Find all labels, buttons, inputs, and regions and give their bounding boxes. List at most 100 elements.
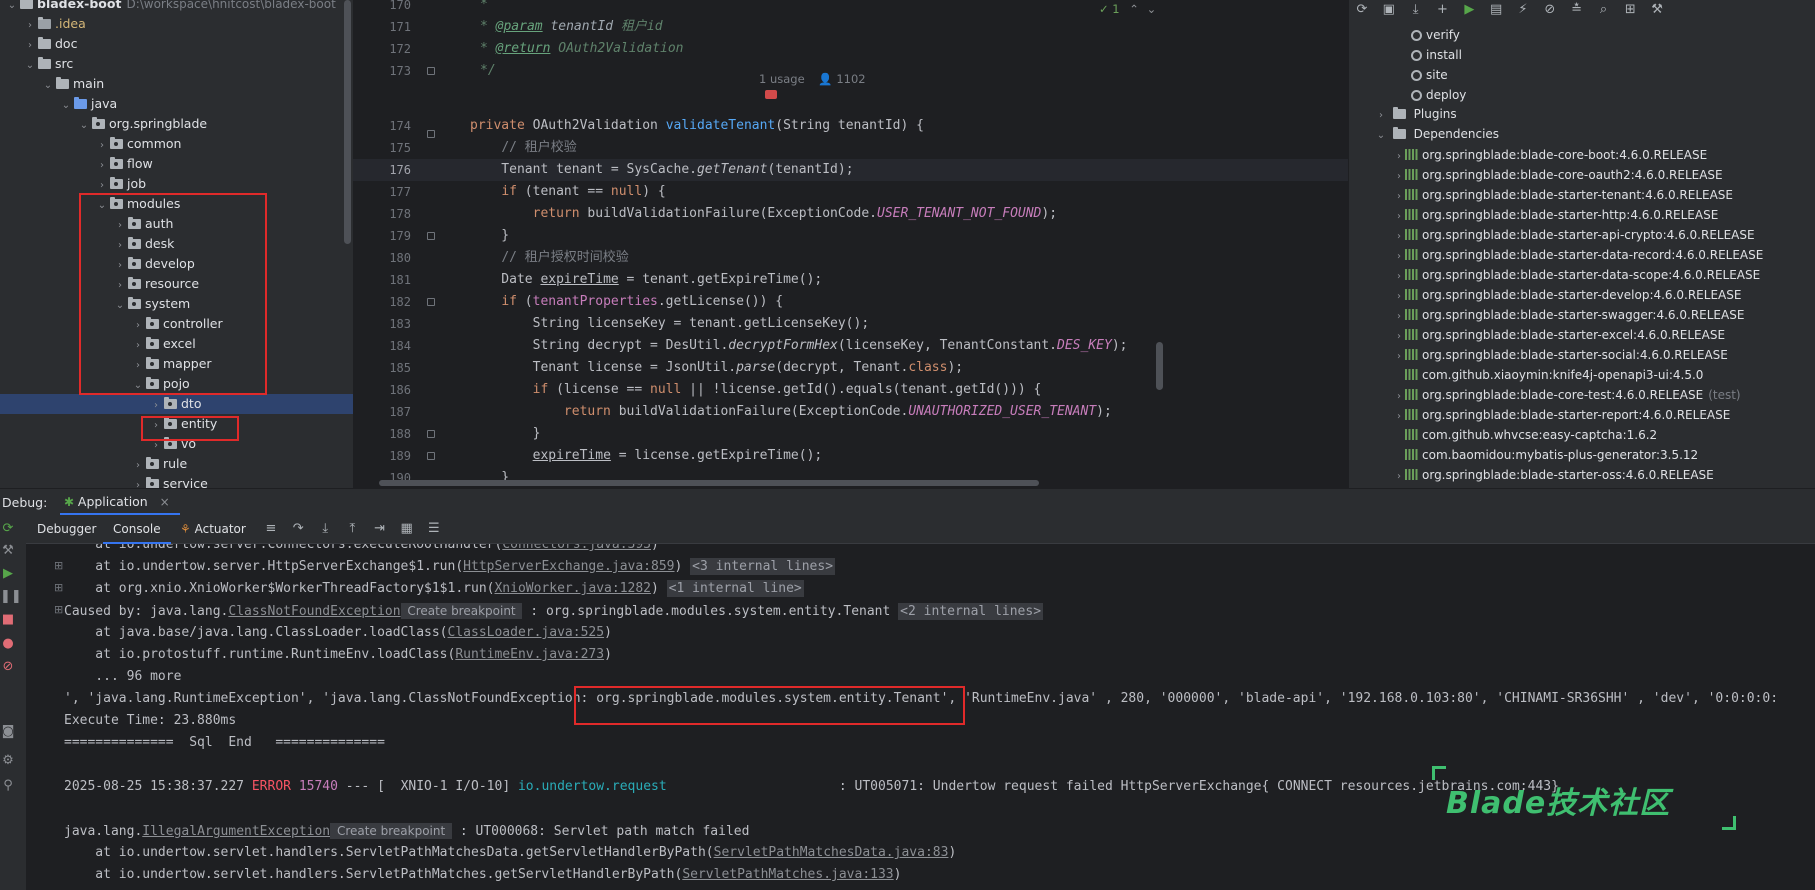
tree-item-doc[interactable]: › doc xyxy=(0,34,353,54)
stop-icon[interactable]: ■ xyxy=(0,612,16,628)
code-line-170[interactable]: * xyxy=(480,0,488,16)
lines-icon[interactable]: ☰ xyxy=(427,521,441,536)
tree-item-bladex-boot[interactable]: ⌄ bladex-boot D:\workspace\hnitcost\bladex… xyxy=(0,0,353,14)
console-line[interactable]: java.lang.IllegalArgumentException Creat… xyxy=(64,820,749,842)
chevron-right-icon[interactable]: › xyxy=(150,396,162,416)
skip-tests-icon[interactable]: ⊘ xyxy=(1543,2,1557,17)
resume-icon[interactable]: ▶ xyxy=(0,566,16,582)
expand-icon[interactable]: ⊞ xyxy=(54,581,63,594)
code-line-186[interactable]: if (license == null || !license.getId().… xyxy=(470,379,1042,401)
chevron-right-icon[interactable]: › xyxy=(1393,327,1405,347)
chevron-right-icon[interactable]: › xyxy=(1393,247,1405,267)
maven-dependency[interactable]: › org.springblade:blade-core-test:4.6.0.R… xyxy=(1393,385,1741,405)
chevron-right-icon[interactable]: › xyxy=(150,436,162,456)
toggle-icon[interactable]: ▤ xyxy=(1489,2,1503,17)
download-icon[interactable]: ⤓ xyxy=(1409,2,1423,17)
chevron-right-icon[interactable]: › xyxy=(114,256,126,276)
maven-dependency[interactable]: com.github.xiaoymin:knife4j-openapi3-ui:… xyxy=(1393,365,1703,385)
usage-hint[interactable]: 1 usage xyxy=(759,72,805,86)
expand-icon[interactable]: ⊞ xyxy=(54,559,63,572)
chevron-right-icon[interactable]: › xyxy=(132,456,144,476)
tab-debugger[interactable]: Debugger xyxy=(37,522,96,536)
tree-item-resource[interactable]: › resource xyxy=(0,274,353,294)
breakpoints-icon[interactable]: ● xyxy=(0,636,16,652)
console-line[interactable]: Caused by: java.lang.ClassNotFoundExcept… xyxy=(64,600,1044,622)
code-line-179[interactable]: } xyxy=(470,225,509,247)
code-editor[interactable]: 170 * 171 * @param tenantId 租户id 172 * @retur… xyxy=(353,0,1348,488)
chevron-down-icon[interactable]: ⌄ xyxy=(114,296,126,316)
console-line[interactable]: at java.base/java.lang.ClassLoader.loadC… xyxy=(64,622,612,644)
code-line-188[interactable]: } xyxy=(470,423,541,445)
maven-dependency[interactable]: › org.springblade:blade-starter-social:4.… xyxy=(1393,345,1728,365)
run-to-cursor-icon[interactable]: ⇥ xyxy=(373,521,387,536)
console-line[interactable]: at io.undertow.servlet.handlers.ServletP… xyxy=(64,864,901,886)
chevron-down-icon[interactable]: ⌄ xyxy=(96,196,108,216)
step-out-icon[interactable]: ⤒ xyxy=(345,521,359,536)
table-icon[interactable]: ▦ xyxy=(400,521,414,536)
tree-item-src[interactable]: ⌄ src xyxy=(0,54,353,74)
console-line[interactable]: ', 'java.lang.RuntimeException', 'java.l… xyxy=(64,688,1778,710)
fold-marker-icon[interactable] xyxy=(427,232,435,240)
camera-icon[interactable]: ◙ xyxy=(0,724,16,740)
code-line-184[interactable]: String decrypt = DesUtil.decryptFormHex(… xyxy=(470,335,1128,357)
maven-goal-deploy[interactable]: deploy xyxy=(1411,85,1466,105)
fold-marker-icon[interactable] xyxy=(427,452,435,460)
maven-dependency[interactable]: › org.springblade:blade-core-oauth2:4.6.0… xyxy=(1393,165,1723,185)
code-line-183[interactable]: String licenseKey = tenant.getLicenseKey… xyxy=(470,313,870,335)
code-line-177[interactable]: if (tenant == null) { xyxy=(470,181,665,203)
fold-marker-icon[interactable] xyxy=(427,298,435,306)
console-line[interactable]: at io.undertow.server.HttpServerExchange… xyxy=(64,556,836,578)
chevron-right-icon[interactable]: › xyxy=(132,476,144,488)
chevron-right-icon[interactable]: › xyxy=(96,136,108,156)
editor-scrollbar-h[interactable] xyxy=(379,480,1039,486)
chevron-right-icon[interactable]: › xyxy=(1393,227,1405,247)
chevron-right-icon[interactable]: › xyxy=(114,276,126,296)
collapse-icon[interactable]: ≛ xyxy=(1570,2,1584,17)
chevron-right-icon[interactable]: › xyxy=(24,16,36,36)
tab-actuator[interactable]: ⚘ Actuator xyxy=(180,522,246,536)
console-line[interactable]: Execute Time: 23.880ms xyxy=(64,710,236,732)
chevron-down-icon[interactable]: ⌄ xyxy=(42,76,54,96)
tree-item-mapper[interactable]: › mapper xyxy=(0,354,353,374)
mute-breakpoints-icon[interactable]: ⊘ xyxy=(0,659,16,675)
editor-scrollbar-v[interactable] xyxy=(1156,342,1163,390)
tree-scrollbar[interactable] xyxy=(344,0,351,244)
chevron-right-icon[interactable]: › xyxy=(96,156,108,176)
maven-dependency[interactable]: com.baomidou:mybatis-plus-generator:3.5.… xyxy=(1393,445,1698,465)
fold-marker-icon[interactable] xyxy=(427,130,435,138)
maven-goal-install[interactable]: install xyxy=(1411,45,1462,65)
chevron-down-icon[interactable]: ⌄ xyxy=(24,56,36,76)
rerun-icon[interactable]: ⟳ xyxy=(0,521,16,537)
annotation-icon[interactable] xyxy=(765,90,777,99)
maven-goal-verify[interactable]: verify xyxy=(1411,25,1460,45)
chevron-down-icon[interactable]: ⌄ xyxy=(1147,2,1157,16)
code-line-185[interactable]: Tenant license = JsonUtil.parse(decrypt,… xyxy=(470,357,964,379)
chevron-right-icon[interactable]: › xyxy=(1393,387,1405,407)
tree-item-common[interactable]: › common xyxy=(0,134,353,154)
debug-app-tab[interactable]: ✱ Application × xyxy=(60,491,180,515)
maven-goal-site[interactable]: site xyxy=(1411,65,1448,85)
chevron-right-icon[interactable]: › xyxy=(150,416,162,436)
fold-marker-icon[interactable] xyxy=(427,430,435,438)
tree-item-develop[interactable]: › develop xyxy=(0,254,353,274)
chevron-right-icon[interactable]: › xyxy=(96,176,108,196)
step-over-icon[interactable]: ↷ xyxy=(291,521,305,536)
step-into-icon[interactable]: ⤓ xyxy=(318,521,332,536)
tree-item--idea[interactable]: › .idea xyxy=(0,14,353,34)
chevron-down-icon[interactable]: ⌄ xyxy=(78,116,90,136)
tree-item-modules[interactable]: ⌄ modules xyxy=(0,194,353,214)
settings-icon[interactable]: ⚙ xyxy=(0,753,16,769)
chevron-right-icon[interactable]: › xyxy=(114,236,126,256)
add-folder-icon[interactable]: ▣ xyxy=(1382,2,1396,17)
plus-icon[interactable]: + xyxy=(1435,2,1449,17)
inspection-widget[interactable]: ✓ 1 ⌃ ⌄ xyxy=(1099,2,1156,16)
chevron-right-icon[interactable]: › xyxy=(1393,407,1405,427)
code-line-178[interactable]: return buildValidationFailure(ExceptionC… xyxy=(470,203,1057,225)
chevron-down-icon[interactable]: ⌄ xyxy=(132,376,144,396)
code-line-180[interactable]: // 租户授权时间校验 xyxy=(470,247,628,269)
chevron-right-icon[interactable]: › xyxy=(1393,267,1405,287)
code-line-174[interactable]: private OAuth2Validation validateTenant(… xyxy=(470,115,924,137)
tree-item-java[interactable]: ⌄ java xyxy=(0,94,353,114)
offline-icon[interactable]: ⚡ xyxy=(1516,2,1530,17)
code-line-187[interactable]: return buildValidationFailure(ExceptionC… xyxy=(470,401,1112,423)
